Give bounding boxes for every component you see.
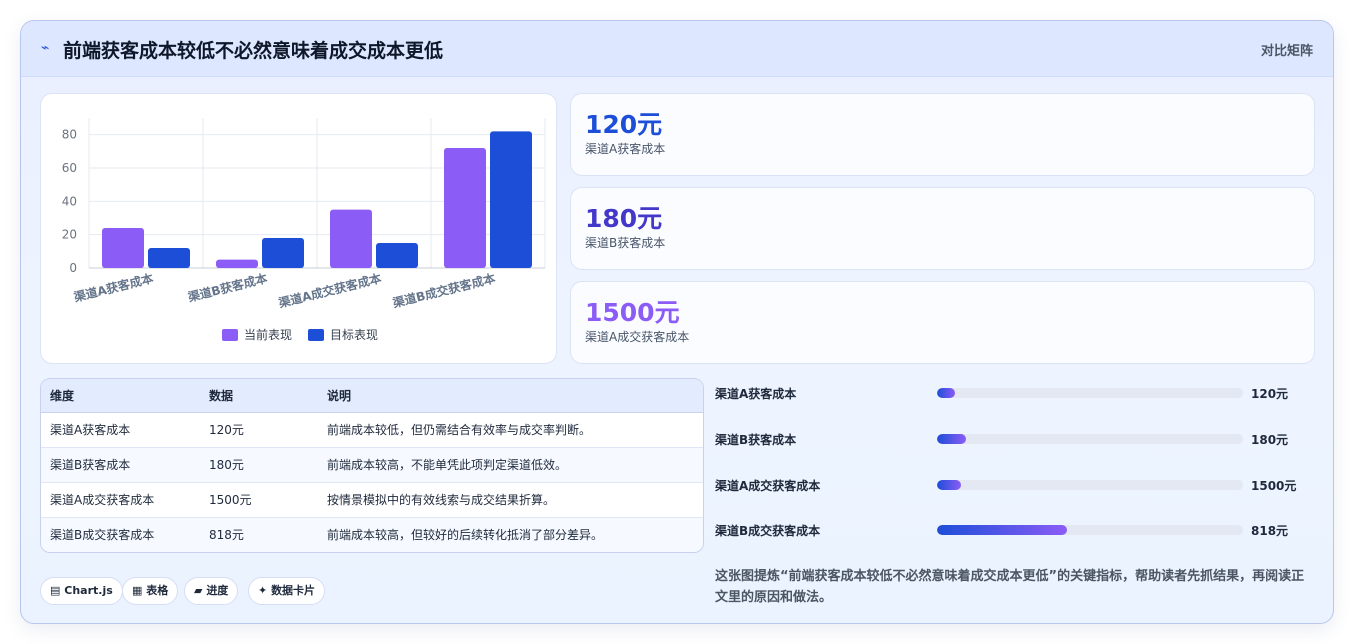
table-cell: 前端成本较低，但仍需结合有效率与成交率判断。 — [327, 412, 703, 448]
bar — [102, 228, 144, 268]
chip-label: 进度 — [206, 584, 229, 597]
legend-swatch — [222, 329, 238, 341]
bar — [262, 238, 304, 268]
legend-label: 目标表现 — [330, 328, 378, 342]
panel-header: ⌁ 前端获客成本较低不必然意味着成交成本更低 对比矩阵 — [21, 21, 1333, 77]
table-icon: ▦ — [132, 584, 143, 597]
metric-label: 渠道A成交获客成本 — [585, 330, 690, 344]
table-cell: 120元 — [209, 412, 327, 448]
progress-track — [937, 434, 1243, 444]
progress-value: 1500元 — [1251, 479, 1297, 493]
summary-text: 这张图提炼“前端获客成本较低不必然意味着成交成本更低”的关键指标，帮助读者先抓结… — [715, 569, 1305, 605]
table-cell: 渠道A获客成本 — [41, 412, 209, 448]
x-tick-label: 渠道A成交获客成本 — [277, 270, 383, 310]
progress-value: 180元 — [1251, 433, 1289, 447]
table-cell: 渠道B成交获客成本 — [41, 517, 209, 552]
lightning-icon: ⌁ — [41, 40, 50, 56]
sparkle-icon: ✦ — [258, 584, 268, 597]
progress-row: 渠道A获客成本 120元 — [715, 384, 1315, 404]
bar-chart-card: 0 20 40 60 80 渠道A获客成本 渠道B获客成本 渠道A成交获客成本 渠道B成交获客成… — [40, 93, 557, 364]
column-header: 维度 — [41, 379, 209, 413]
y-tick-label: 80 — [62, 128, 77, 142]
bar — [444, 148, 486, 268]
legend-label: 当前表现 — [244, 327, 292, 342]
progress-fill — [937, 525, 1068, 535]
table-cell: 渠道A成交获客成本 — [41, 482, 209, 518]
chip-label: 数据卡片 — [271, 584, 316, 597]
comparison-panel: ⌁ 前端获客成本较低不必然意味着成交成本更低 对比矩阵 0 20 40 60 80 渠道A… — [20, 20, 1334, 624]
chip-chartjs[interactable]: ▤ Chart.js — [40, 577, 123, 605]
progress-value: 818元 — [1251, 524, 1289, 538]
table-cell: 渠道B获客成本 — [41, 447, 209, 483]
bar — [376, 243, 418, 268]
table-header-row: 维度 数据 说明 — [41, 379, 703, 413]
table-cell: 1500元 — [209, 482, 327, 518]
metric-value: 180元 — [585, 204, 663, 233]
page-title: 前端获客成本较低不必然意味着成交成本更低 — [63, 40, 444, 62]
progress-fill — [937, 434, 967, 444]
bar — [216, 259, 258, 268]
table-cell: 180元 — [209, 447, 327, 483]
progress-row: 渠道B获客成本 180元 — [715, 430, 1315, 450]
column-header: 说明 — [327, 379, 703, 413]
progress-track — [937, 480, 1243, 490]
progress-row: 渠道B成交获客成本 818元 — [715, 521, 1315, 541]
y-tick-label: 40 — [62, 194, 77, 208]
table-cell: 818元 — [209, 517, 327, 552]
metric-value: 1500元 — [585, 298, 680, 327]
table-cell: 前端成本较高，但较好的后续转化抵消了部分差异。 — [327, 517, 703, 552]
table-row: 渠道A成交获客成本 1500元 按情景模拟中的有效线索与成交结果折算。 — [41, 482, 703, 518]
x-tick-label: 渠道B获客成本 — [186, 270, 268, 304]
chip-table[interactable]: ▦ 表格 — [122, 577, 179, 605]
bar — [330, 209, 372, 268]
table-row: 渠道B获客成本 180元 前端成本较高，不能单凭此项判定渠道低效。 — [41, 447, 703, 483]
column-header: 数据 — [209, 379, 327, 413]
metric-card: 180元 渠道B获客成本 — [570, 187, 1315, 270]
bar — [148, 248, 190, 268]
chip-label: Chart.js — [64, 584, 113, 597]
metric-value: 120元 — [585, 110, 663, 139]
metric-card: 1500元 渠道A成交获客成本 — [570, 281, 1315, 364]
bar-chart: 0 20 40 60 80 渠道A获客成本 渠道B获客成本 渠道A成交获客成本 渠道B成交获客成… — [62, 118, 546, 342]
table-cell: 按情景模拟中的有效线索与成交结果折算。 — [327, 482, 703, 518]
chip-progress[interactable]: ▰ 进度 — [184, 577, 239, 605]
legend-swatch — [308, 329, 324, 341]
metric-label: 渠道B获客成本 — [585, 236, 666, 250]
table-row: 渠道B成交获客成本 818元 前端成本较高，但较好的后续转化抵消了部分差异。 — [41, 517, 703, 552]
progress-label: 渠道A成交获客成本 — [715, 479, 821, 493]
metric-label: 渠道A获客成本 — [585, 142, 666, 156]
data-table: 维度 数据 说明 渠道A获客成本 120元 前端成本较低，但仍需结合有效率与成交… — [41, 379, 703, 552]
chip-label: 表格 — [146, 584, 169, 597]
progress-value: 120元 — [1251, 387, 1289, 401]
progress-track — [937, 525, 1243, 535]
data-table-card: 维度 数据 说明 渠道A获客成本 120元 前端成本较低，但仍需结合有效率与成交… — [40, 378, 704, 553]
progress-label: 渠道B成交获客成本 — [715, 524, 821, 538]
metric-card: 120元 渠道A获客成本 — [570, 93, 1315, 176]
progress-icon: ▰ — [194, 584, 203, 597]
progress-row: 渠道A成交获客成本 1500元 — [715, 476, 1315, 496]
chart-icon: ▤ — [50, 584, 61, 597]
progress-track — [937, 388, 1243, 398]
progress-label: 渠道A获客成本 — [715, 387, 797, 401]
progress-fill — [937, 480, 962, 490]
bar — [490, 131, 532, 268]
x-tick-label: 渠道B成交获客成本 — [391, 270, 497, 310]
y-tick-label: 0 — [69, 261, 77, 275]
progress-label: 渠道B获客成本 — [715, 433, 797, 447]
y-tick-label: 60 — [62, 161, 77, 175]
progress-fill — [937, 388, 956, 398]
y-tick-label: 20 — [62, 228, 77, 242]
table-cell: 前端成本较高，不能单凭此项判定渠道低效。 — [327, 447, 703, 483]
header-tag: 对比矩阵 — [1260, 44, 1313, 59]
x-tick-label: 渠道A获客成本 — [72, 270, 155, 304]
table-row: 渠道A获客成本 120元 前端成本较低，但仍需结合有效率与成交率判断。 — [41, 412, 703, 448]
chip-data-card[interactable]: ✦ 数据卡片 — [248, 577, 326, 605]
